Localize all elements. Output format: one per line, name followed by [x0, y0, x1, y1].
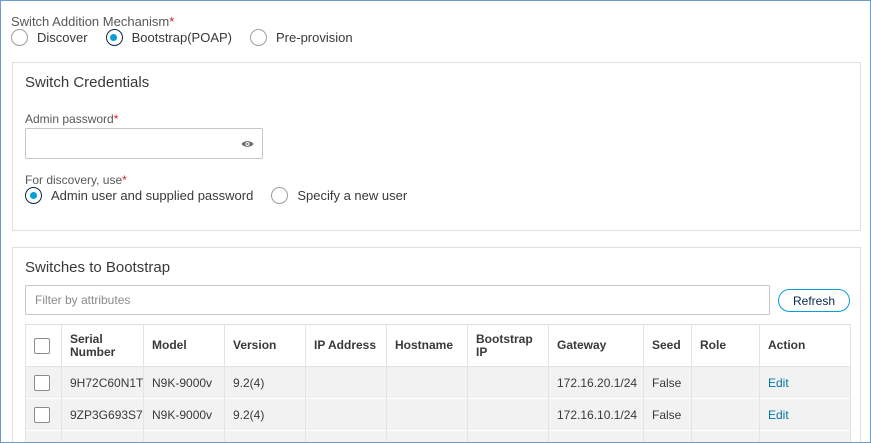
cell-gateway: 172.16.10.1/24	[548, 398, 644, 431]
row-checkbox-cell	[25, 398, 62, 431]
column-model[interactable]: Model	[143, 324, 225, 367]
cell-model: N9K-9000v	[143, 366, 225, 399]
row-cell	[386, 430, 468, 442]
switches-table: Serial Number Model Version IP Address H…	[25, 324, 851, 442]
eye-icon[interactable]	[241, 138, 254, 150]
admin-password-field[interactable]	[25, 128, 263, 159]
discovery-label-text: For discovery, use	[25, 173, 123, 187]
radio-option-discover[interactable]: Discover	[11, 29, 88, 46]
radio-bootstrap-label: Bootstrap(POAP)	[131, 30, 233, 45]
cell-serial: 9H72C60N1T7	[61, 366, 144, 399]
cell-role	[691, 366, 760, 399]
row-cell	[691, 430, 760, 442]
bootstrap-title: Switches to Bootstrap	[25, 259, 171, 276]
table-row	[25, 430, 851, 442]
edit-link[interactable]: Edit	[768, 408, 789, 422]
radio-new-user-label: Specify a new user	[297, 188, 408, 203]
credentials-panel: Switch Credentials Admin password* For d…	[12, 62, 861, 231]
cell-hostname	[386, 366, 468, 399]
column-bootstrap-ip[interactable]: Bootstrap IP	[467, 324, 549, 367]
admin-password-label: Admin password*	[25, 112, 118, 126]
cell-serial: 9ZP3G693S76	[61, 398, 144, 431]
radio-new-user[interactable]	[271, 187, 289, 204]
row-cell	[224, 430, 306, 442]
bootstrap-panel: Switches to Bootstrap Refresh Seri	[12, 247, 861, 442]
mechanism-label: Switch Addition Mechanism*	[11, 14, 174, 29]
column-gateway[interactable]: Gateway	[548, 324, 644, 367]
select-all-cell	[25, 324, 62, 367]
required-mark: *	[113, 112, 119, 126]
dialog-frame: Switch Addition Mechanism* Discover Boot…	[0, 0, 871, 443]
cell-bootstrap-ip	[467, 366, 549, 399]
cell-action: Edit	[759, 398, 851, 431]
cell-ip-address	[305, 366, 387, 399]
select-all-checkbox[interactable]	[34, 337, 50, 354]
credentials-title: Switch Credentials	[25, 74, 150, 91]
row-cell	[759, 430, 851, 442]
cell-ip-address	[305, 398, 387, 431]
row-cell	[305, 430, 387, 442]
edit-link[interactable]: Edit	[768, 376, 789, 390]
cell-seed: False	[643, 366, 692, 399]
row-checkbox[interactable]	[34, 374, 50, 391]
refresh-button[interactable]: Refresh	[778, 289, 850, 312]
cell-model: N9K-9000v	[143, 398, 225, 431]
table-header-row: Serial Number Model Version IP Address H…	[25, 324, 851, 367]
column-version[interactable]: Version	[224, 324, 306, 367]
radio-preprovision[interactable]	[250, 29, 268, 46]
discovery-options: Admin user and supplied password Specify…	[25, 187, 425, 204]
mechanism-options: Discover Bootstrap(POAP) Pre-provision	[11, 29, 371, 46]
cell-version: 9.2(4)	[224, 398, 306, 431]
row-cell	[61, 430, 144, 442]
required-mark: *	[169, 14, 175, 29]
radio-bootstrap[interactable]	[105, 29, 123, 46]
radio-discover[interactable]	[11, 29, 28, 46]
required-mark: *	[122, 173, 127, 187]
column-seed[interactable]: Seed	[643, 324, 692, 367]
column-serial-number[interactable]: Serial Number	[61, 324, 144, 367]
column-action: Action	[759, 324, 851, 367]
cell-version: 9.2(4)	[224, 366, 306, 399]
cell-action: Edit	[759, 366, 851, 399]
radio-option-bootstrap[interactable]: Bootstrap(POAP)	[105, 29, 233, 46]
cell-bootstrap-ip	[467, 398, 549, 431]
radio-option-preprovision[interactable]: Pre-provision	[250, 29, 353, 46]
row-cell	[25, 430, 62, 442]
table-row: 9ZP3G693S76 N9K-9000v 9.2(4) 172.16.10.1…	[25, 398, 851, 431]
cell-seed: False	[643, 398, 692, 431]
radio-admin-user[interactable]	[25, 187, 42, 204]
row-checkbox-cell	[25, 366, 62, 399]
cell-gateway: 172.16.20.1/24	[548, 366, 644, 399]
row-cell	[467, 430, 549, 442]
column-hostname[interactable]: Hostname	[386, 324, 468, 367]
filter-input[interactable]	[25, 285, 770, 315]
column-ip-address[interactable]: IP Address	[305, 324, 387, 367]
row-checkbox[interactable]	[34, 406, 50, 423]
radio-option-admin-user[interactable]: Admin user and supplied password	[25, 187, 253, 204]
table-row: 9H72C60N1T7 N9K-9000v 9.2(4) 172.16.20.1…	[25, 366, 851, 399]
radio-preprovision-label: Pre-provision	[276, 30, 353, 45]
radio-admin-user-label: Admin user and supplied password	[51, 188, 254, 203]
cell-hostname	[386, 398, 468, 431]
radio-option-new-user[interactable]: Specify a new user	[271, 187, 407, 204]
discovery-label: For discovery, use*	[25, 173, 127, 187]
column-role[interactable]: Role	[691, 324, 760, 367]
row-cell	[143, 430, 225, 442]
admin-password-label-text: Admin password	[25, 112, 114, 126]
radio-discover-label: Discover	[37, 30, 88, 45]
row-cell	[643, 430, 692, 442]
cell-role	[691, 398, 760, 431]
mechanism-label-text: Switch Addition Mechanism	[11, 14, 170, 29]
row-cell	[548, 430, 644, 442]
